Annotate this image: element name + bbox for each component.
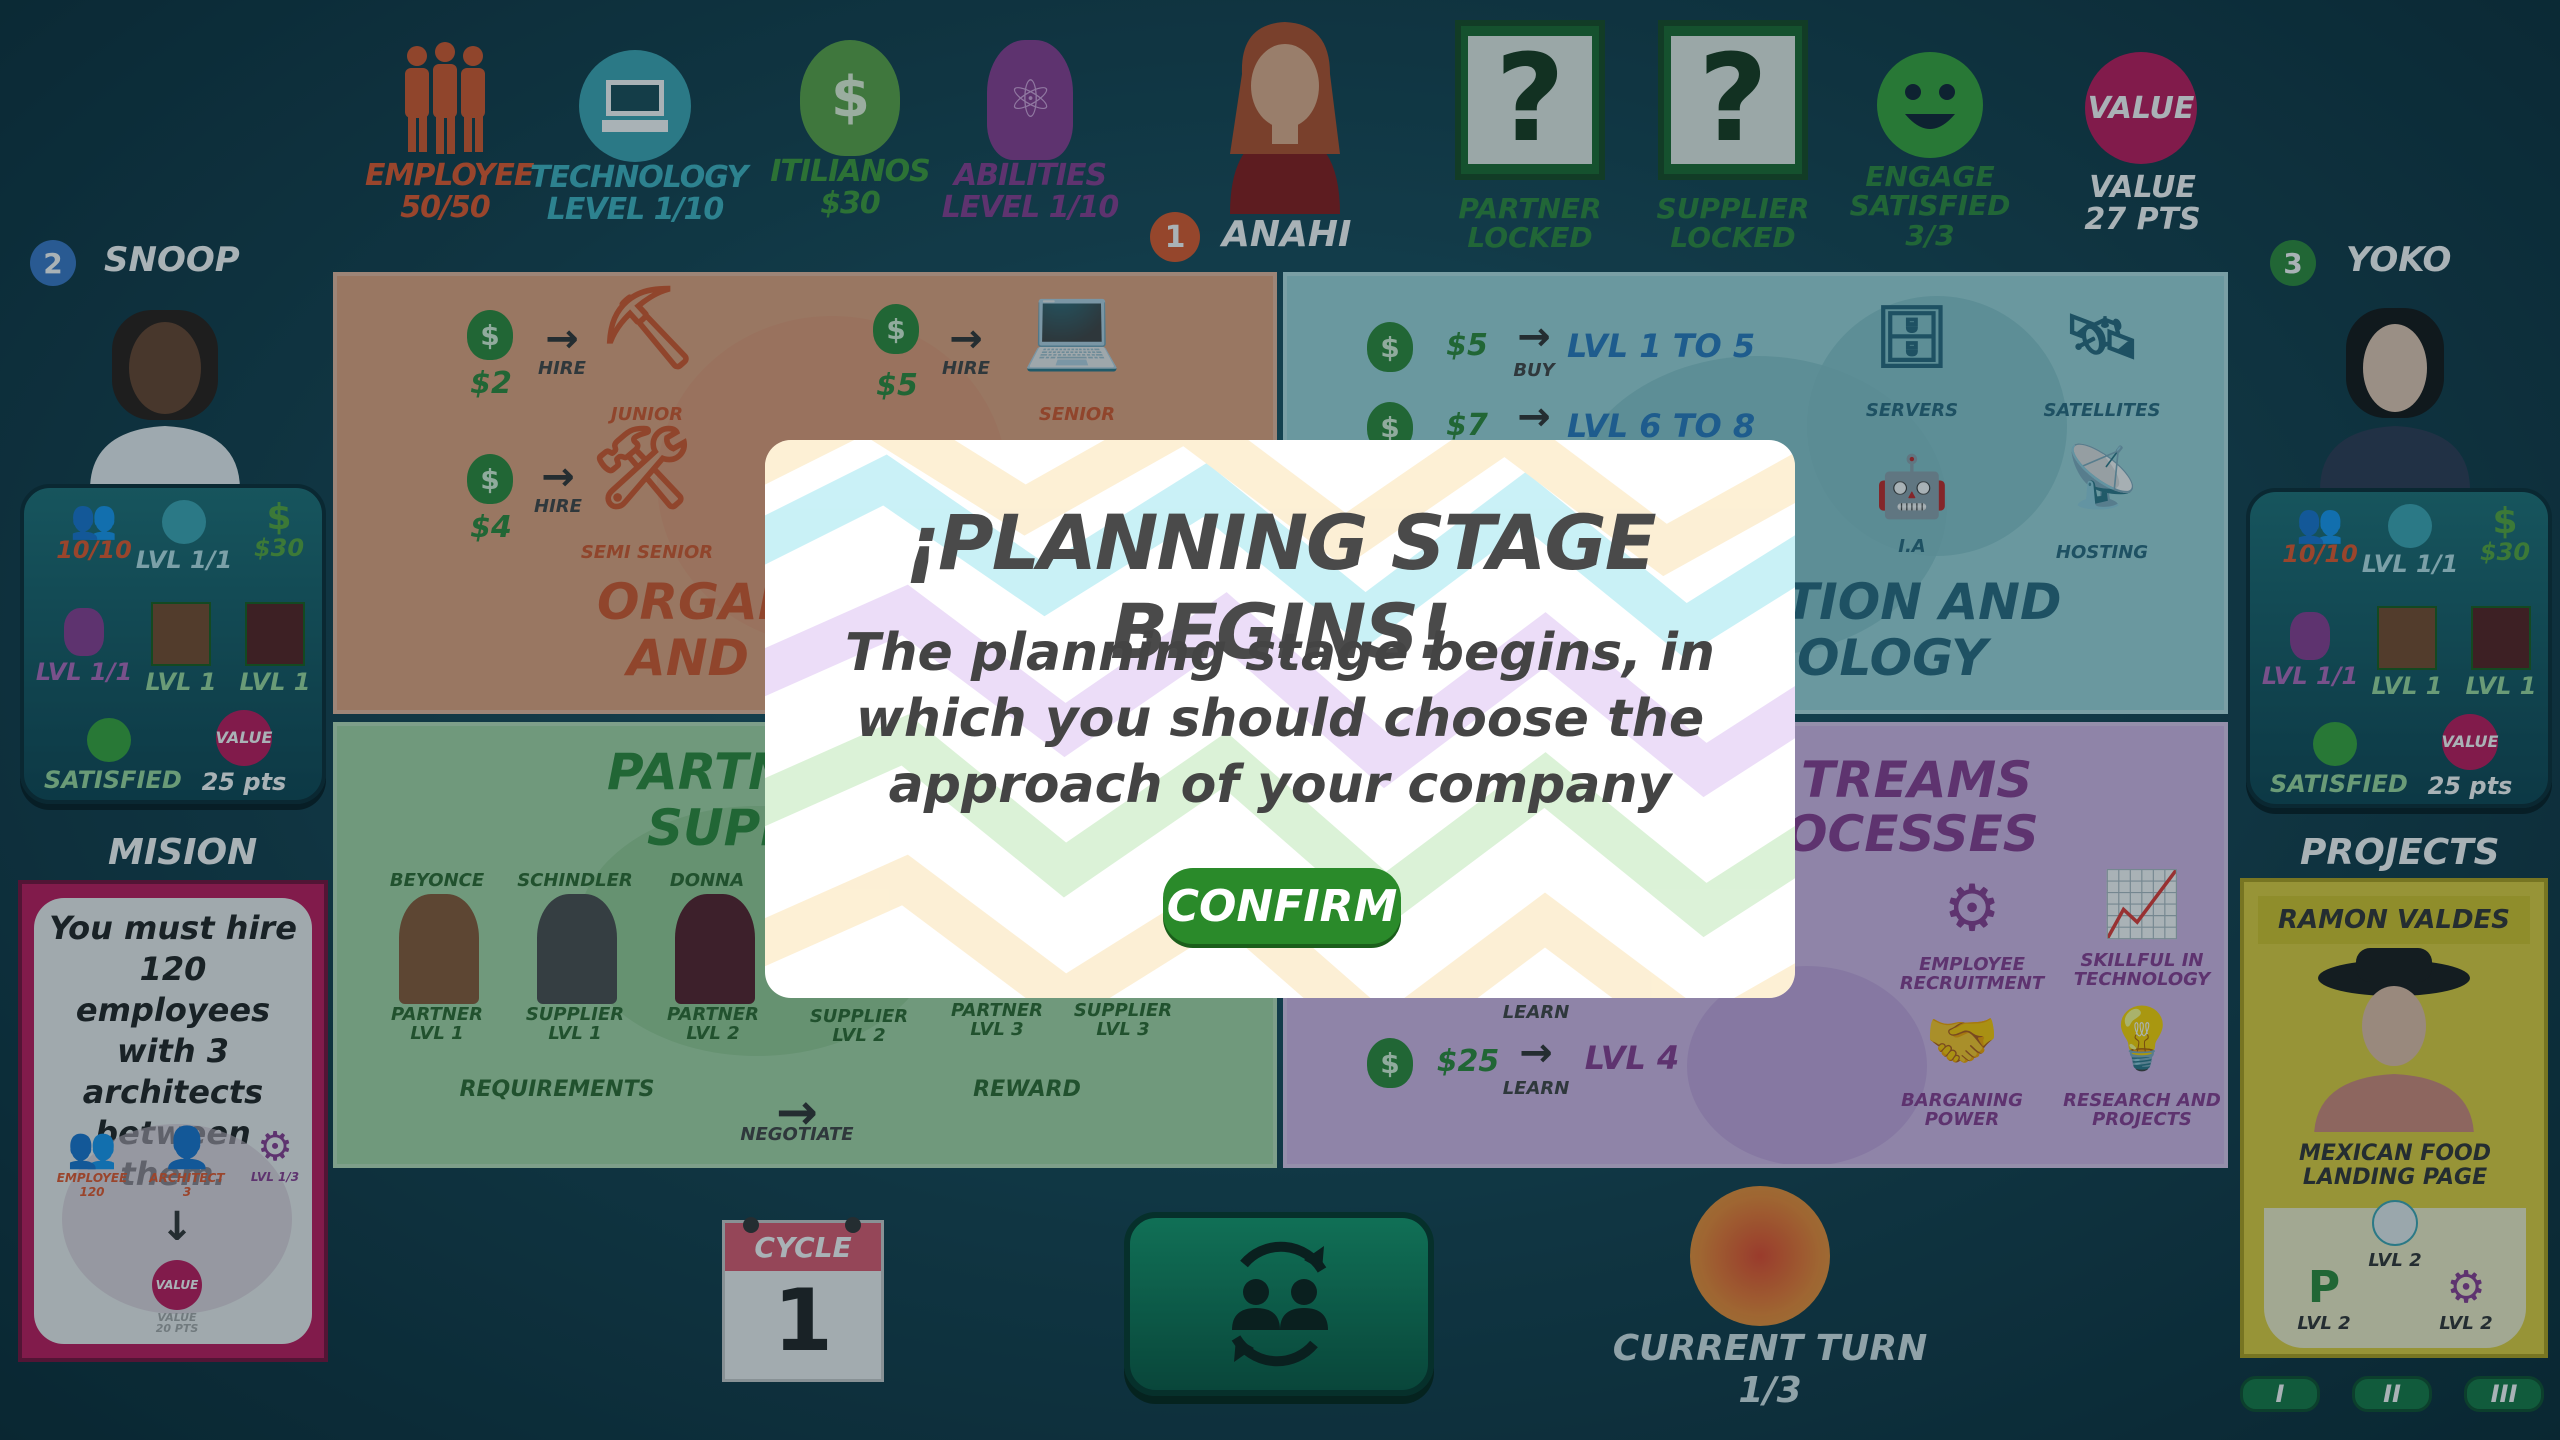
planning-stage-dialog: ¡PLANNING STAGE BEGINS! The planning sta… (765, 440, 1795, 998)
dialog-message: The planning stage begins, in which you … (845, 623, 1715, 815)
confirm-button[interactable]: CONFIRM (1163, 868, 1401, 944)
